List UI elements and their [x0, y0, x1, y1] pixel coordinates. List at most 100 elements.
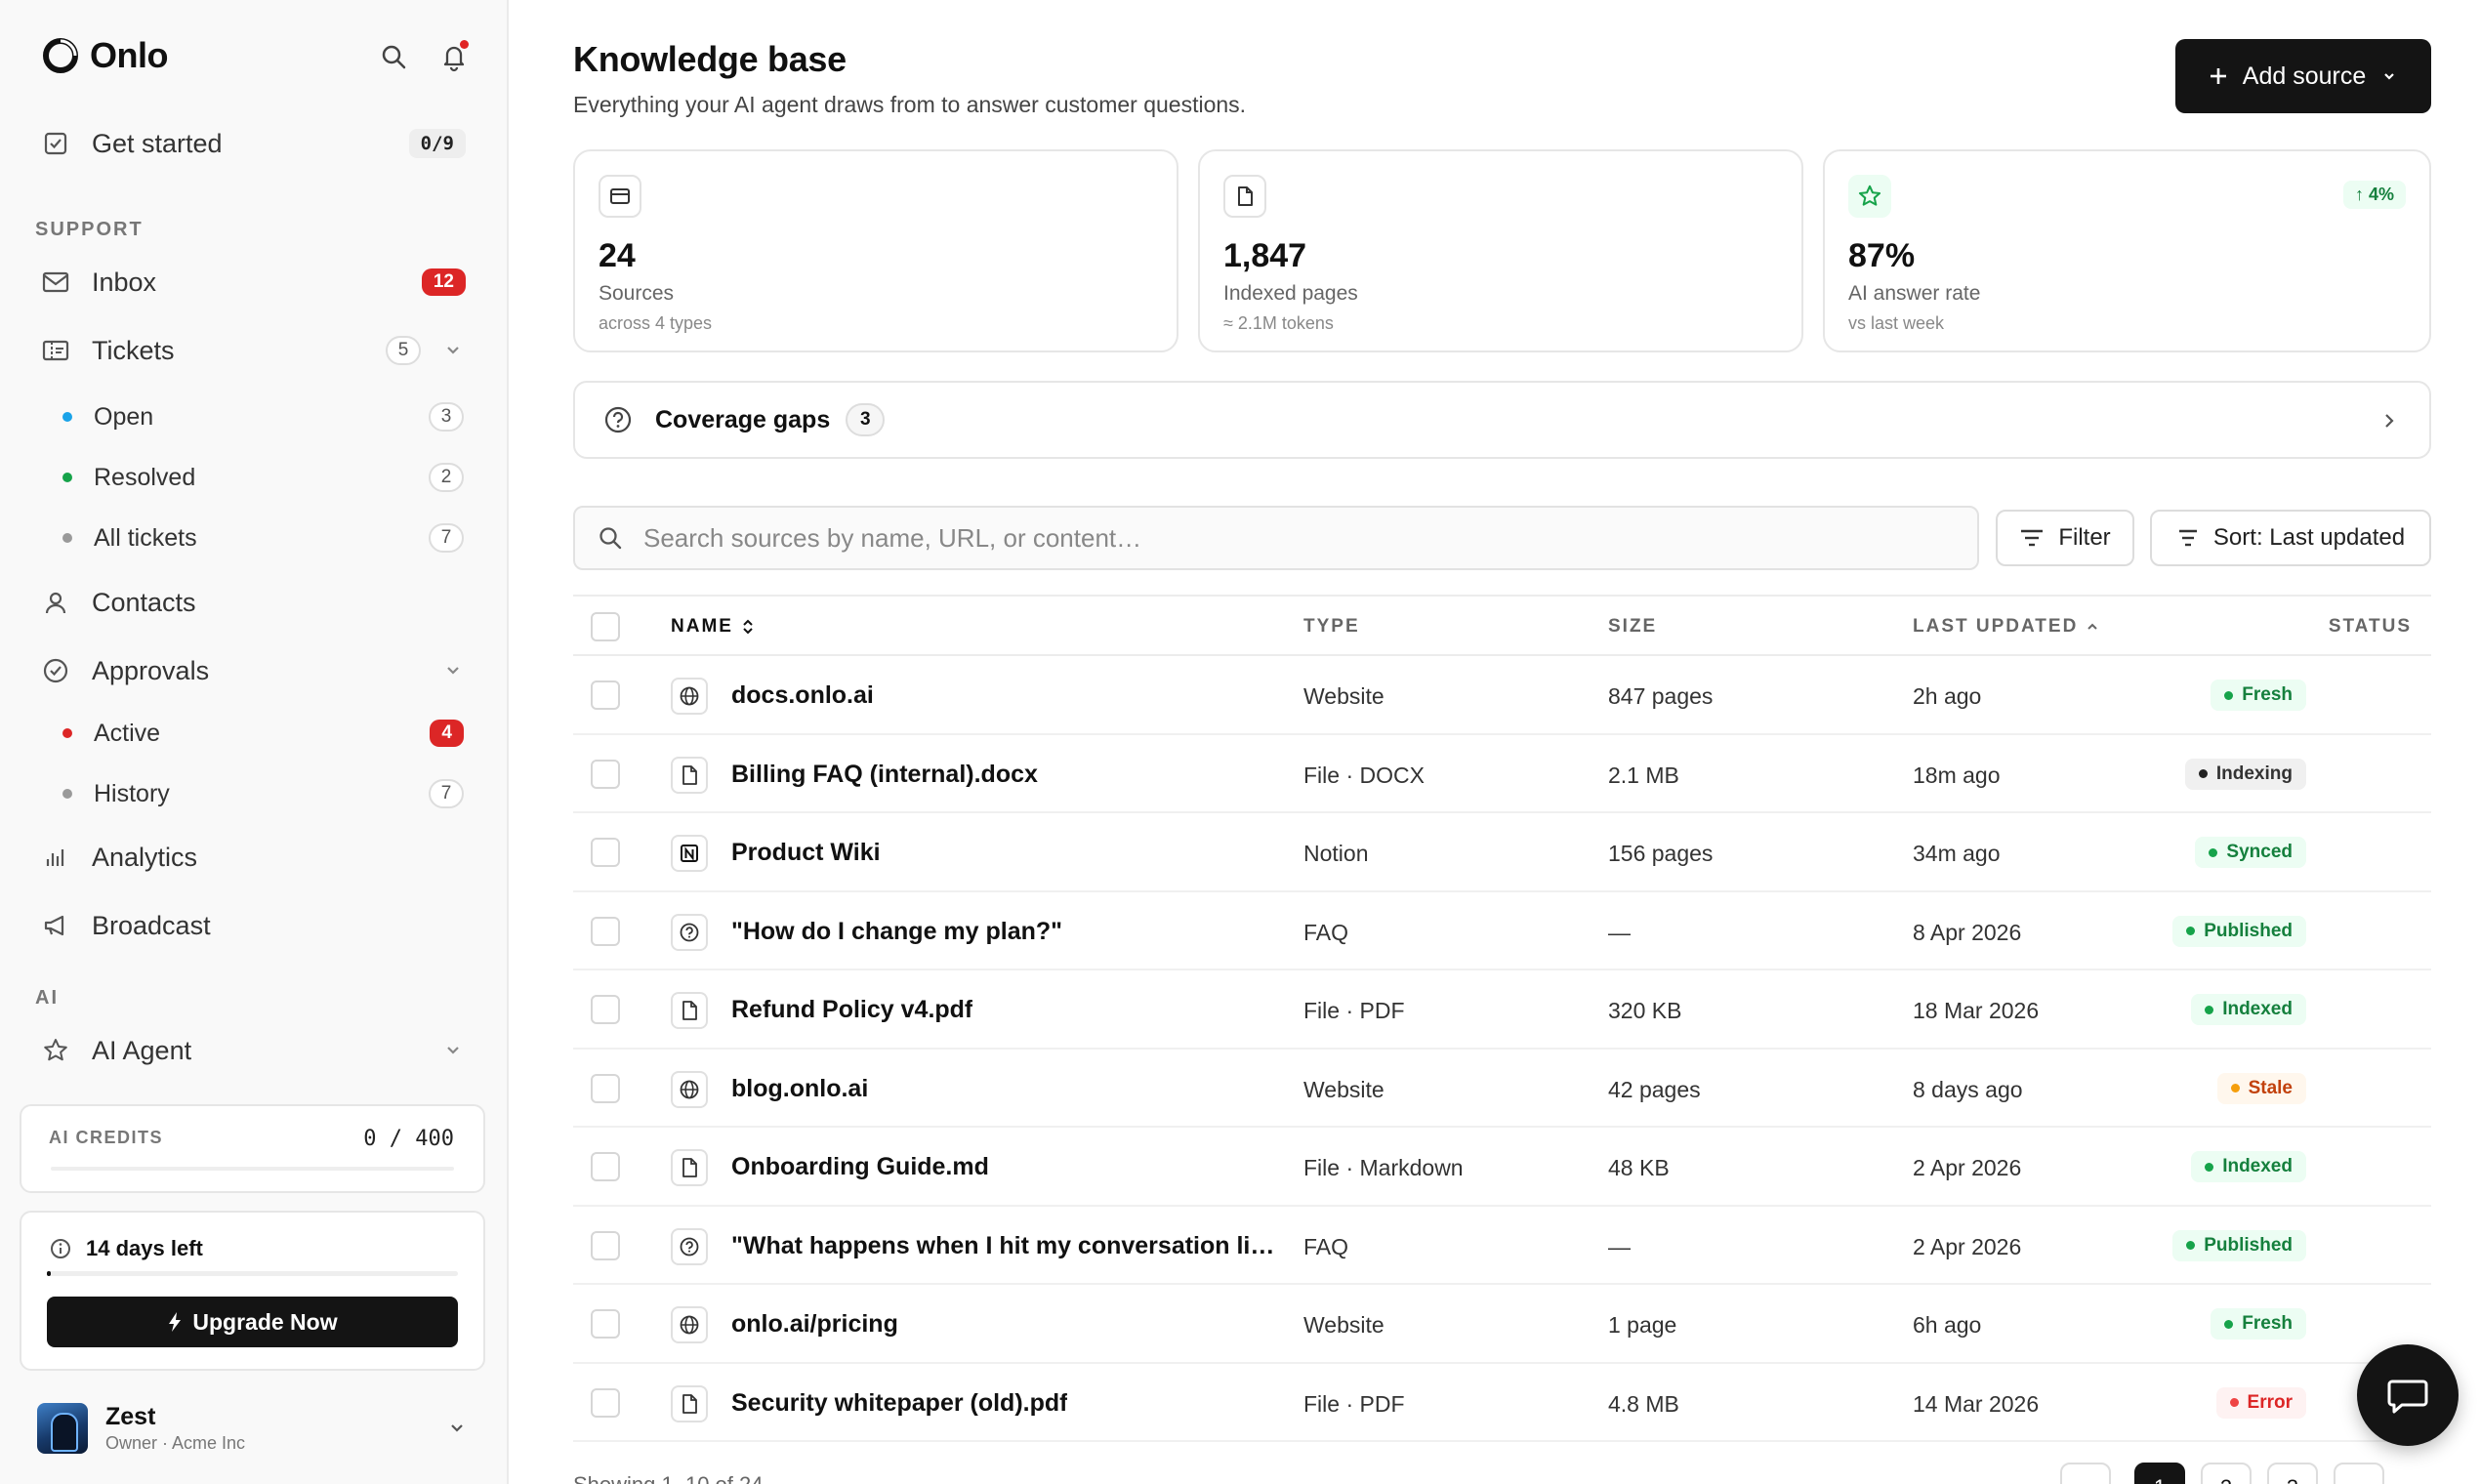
status-badge: Indexed — [2191, 994, 2306, 1025]
sidebar-item-ai-agent[interactable]: AI Agent — [20, 1021, 487, 1080]
user-menu[interactable]: Zest Owner · Acme Inc — [37, 1399, 470, 1458]
column-header-size[interactable]: SIZE — [1608, 616, 1657, 638]
source-name[interactable]: Product Wiki — [731, 839, 881, 867]
sidebar-item-inbox[interactable]: Inbox 12 — [20, 253, 487, 311]
sidebar-item-label: Active — [94, 719, 161, 747]
stat-sub: across 4 types — [599, 313, 713, 333]
user-name: Zest — [105, 1403, 156, 1430]
brand-name: Onlo — [90, 35, 168, 75]
item-count: 3 — [429, 402, 464, 432]
table-row[interactable]: Billing FAQ (internal).docx File · DOCX 2.… — [573, 735, 2431, 813]
sidebar-item-approvals-history[interactable]: History 7 — [39, 767, 487, 820]
source-type: File · Markdown — [1303, 1155, 1464, 1180]
status-badge: Error — [2215, 1386, 2306, 1419]
row-checkbox[interactable] — [591, 916, 620, 946]
sidebar-item-label: Open — [94, 402, 154, 431]
table-row[interactable]: Refund Policy v4.pdf File · PDF 320 KB 18 M… — [573, 970, 2431, 1050]
pagination-prev[interactable]: ‹ — [2060, 1463, 2111, 1484]
row-checkbox[interactable] — [591, 1309, 620, 1339]
row-checkbox[interactable] — [591, 1387, 620, 1418]
column-header-updated[interactable]: LAST UPDATED — [1913, 616, 2099, 638]
row-checkbox[interactable] — [591, 1152, 620, 1181]
source-name[interactable]: Refund Policy v4.pdf — [731, 996, 972, 1024]
table-row[interactable]: "How do I change my plan?" FAQ — 8 Apr 2026… — [573, 892, 2431, 970]
row-checkbox[interactable] — [591, 759, 620, 789]
row-checkbox[interactable] — [591, 838, 620, 867]
bell-icon[interactable] — [438, 40, 470, 72]
source-name[interactable]: docs.onlo.ai — [731, 681, 874, 710]
column-header-type[interactable]: TYPE — [1303, 616, 1360, 638]
status-badge: Fresh — [2211, 680, 2306, 711]
sidebar-item-tickets-resolved[interactable]: Resolved 2 — [39, 451, 487, 504]
sidebar-item-tickets[interactable]: Tickets 5 — [20, 321, 487, 380]
pagination-page-2[interactable]: 2 — [2201, 1463, 2252, 1484]
status-badge: Fresh — [2211, 1308, 2306, 1340]
row-checkbox[interactable] — [591, 995, 620, 1024]
source-name[interactable]: blog.onlo.ai — [731, 1075, 868, 1103]
main-content: Knowledge base Everything your AI agent … — [509, 0, 2480, 1484]
sidebar-item-approvals[interactable]: Approvals — [20, 641, 487, 700]
upgrade-button[interactable]: Upgrade Now — [47, 1297, 458, 1347]
filter-icon — [2021, 529, 2044, 547]
add-source-button[interactable]: Add source — [2175, 39, 2431, 113]
search-input[interactable] — [643, 522, 1913, 554]
pagination-next[interactable]: › — [2334, 1463, 2384, 1484]
source-name[interactable]: onlo.ai/pricing — [731, 1310, 898, 1339]
sidebar-item-approvals-active[interactable]: Active 4 — [39, 707, 487, 760]
sidebar-item-broadcast[interactable]: Broadcast — [20, 896, 487, 955]
source-name[interactable]: "How do I change my plan?" — [731, 918, 1062, 946]
status-dot — [62, 412, 72, 422]
chevron-down-icon[interactable] — [440, 338, 466, 363]
plus-icon — [2210, 68, 2226, 84]
table-row[interactable]: onlo.ai/pricing Website 1 page 6h ago Fresh — [573, 1285, 2431, 1364]
sidebar-item-label: AI Agent — [92, 1035, 192, 1065]
select-all-checkbox[interactable] — [591, 612, 620, 641]
source-name[interactable]: Onboarding Guide.md — [731, 1153, 989, 1181]
sidebar-item-get-started[interactable]: Get started 0/9 — [20, 114, 487, 173]
table-row[interactable]: Security whitepaper (old).pdf File · PDF 4… — [573, 1364, 2431, 1442]
row-checkbox[interactable] — [591, 1073, 620, 1103]
status-dot — [2205, 1162, 2214, 1172]
pagination-page-3[interactable]: 3 — [2267, 1463, 2318, 1484]
filter-button[interactable]: Filter — [1996, 510, 2134, 566]
chevron-down-icon[interactable] — [440, 658, 466, 683]
column-label: LAST UPDATED — [1913, 616, 2079, 637]
source-name[interactable]: Billing FAQ (internal).docx — [731, 761, 1038, 789]
column-header-status[interactable]: STATUS — [2329, 616, 2412, 638]
table-row[interactable]: Onboarding Guide.md File · Markdown 48 KB 2… — [573, 1128, 2431, 1207]
status-label: Fresh — [2242, 684, 2293, 705]
source-size: 1 page — [1608, 1312, 1677, 1338]
item-count: 7 — [429, 779, 464, 808]
table-row[interactable]: blog.onlo.ai Website 42 pages 8 days ago Sta… — [573, 1050, 2431, 1128]
source-name[interactable]: Security whitepaper (old).pdf — [731, 1389, 1067, 1418]
sidebar-item-analytics[interactable]: Analytics — [20, 828, 487, 886]
user-role: Owner · Acme Inc — [105, 1433, 246, 1453]
brand[interactable]: Onlo — [41, 35, 168, 76]
status-dot — [2205, 1005, 2214, 1014]
sidebar-item-contacts[interactable]: Contacts — [20, 573, 487, 632]
mail-icon — [41, 268, 70, 297]
source-type: File · PDF — [1303, 1390, 1405, 1417]
row-checkbox[interactable] — [591, 680, 620, 710]
table-row[interactable]: docs.onlo.ai Website 847 pages 2h ago Fresh — [573, 656, 2431, 735]
source-name[interactable]: "What happens when I hit my conversation… — [731, 1232, 1278, 1260]
pagination-page-1[interactable]: 1 — [2134, 1463, 2185, 1484]
sort-label: Sort: Last updated — [2212, 524, 2406, 551]
chat-launcher-button[interactable] — [2357, 1344, 2459, 1446]
row-checkbox[interactable] — [591, 1230, 620, 1260]
coverage-gaps-row[interactable]: Coverage gaps 3 — [573, 381, 2431, 459]
table-row[interactable]: Product Wiki Notion 156 pages 34m ago Synced — [573, 813, 2431, 892]
column-header-name[interactable]: NAME — [671, 616, 755, 638]
status-label: Published — [2204, 920, 2293, 941]
status-label: Published — [2204, 1234, 2293, 1256]
sidebar-item-tickets-open[interactable]: Open 3 — [39, 391, 487, 443]
chevron-down-icon[interactable] — [440, 1038, 466, 1063]
sort-button[interactable]: Sort: Last updated — [2150, 510, 2431, 566]
sidebar-item-tickets-all[interactable]: All tickets 7 — [39, 512, 487, 564]
search-icon[interactable] — [378, 41, 409, 72]
source-type: Website — [1303, 1076, 1385, 1102]
avatar — [37, 1403, 88, 1454]
chevron-down-icon[interactable] — [444, 1416, 470, 1441]
source-type: Notion — [1303, 841, 1369, 866]
table-row[interactable]: "What happens when I hit my conversation… — [573, 1207, 2431, 1285]
